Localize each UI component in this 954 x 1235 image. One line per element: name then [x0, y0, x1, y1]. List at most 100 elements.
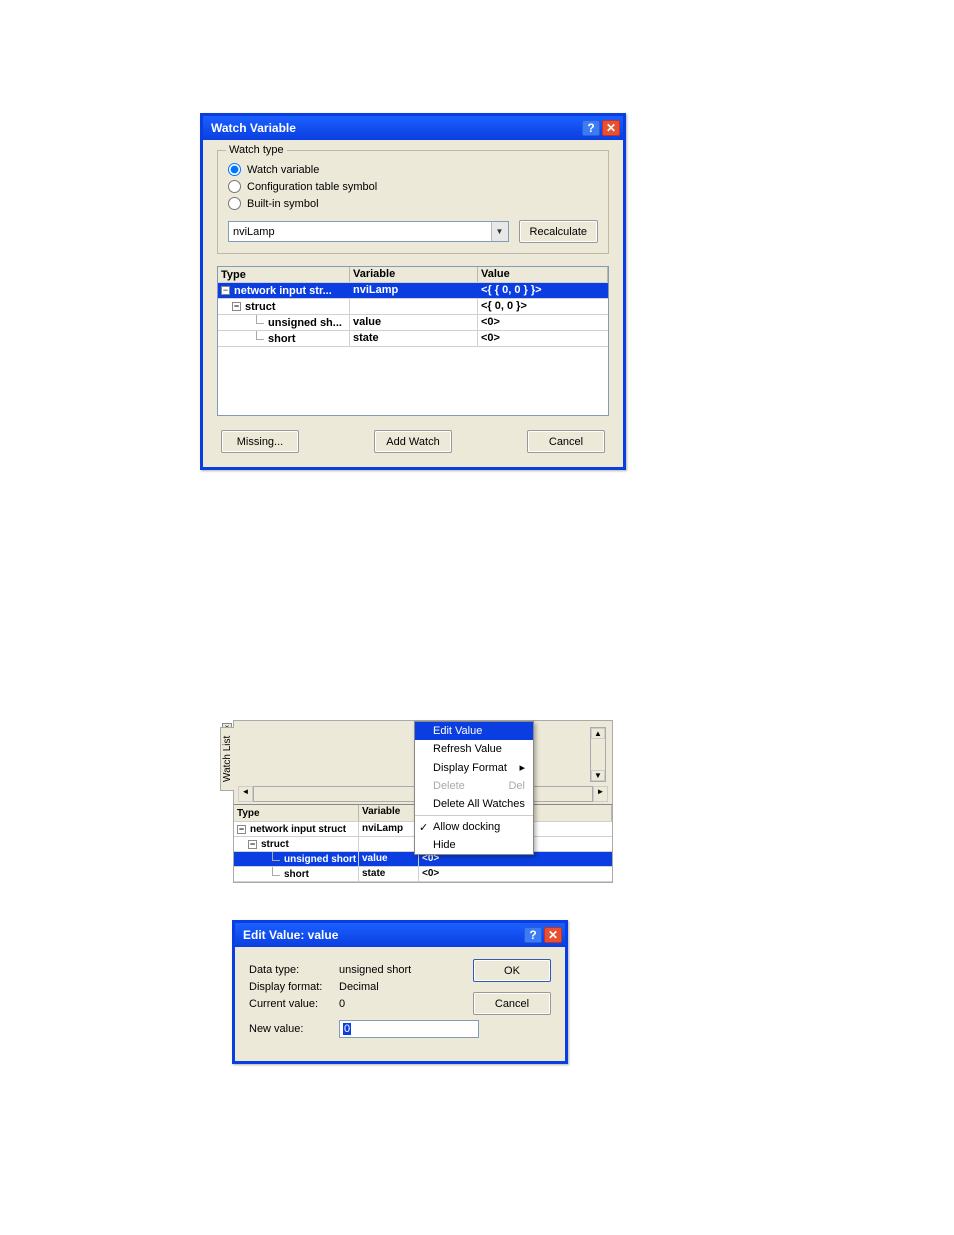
- menu-edit-value[interactable]: Edit Value: [415, 722, 533, 740]
- label-current-value: Current value:: [249, 998, 339, 1010]
- variable-combo[interactable]: ▼: [228, 221, 509, 242]
- missing-button[interactable]: Missing...: [221, 430, 299, 453]
- titlebar[interactable]: Watch Variable ? ✕: [203, 116, 623, 140]
- edit-value-dialog: Edit Value: value ? ✕ OK Cancel Data typ…: [232, 920, 568, 1064]
- cell-value: <{ { 0, 0 } }>: [481, 284, 542, 296]
- cell-type: network input struct: [250, 824, 346, 835]
- menu-delete: Delete Del: [415, 777, 533, 795]
- label-data-type: Data type:: [249, 964, 339, 976]
- watch-list-tab[interactable]: Watch List: [220, 727, 234, 791]
- menu-display-format[interactable]: Display Format ▸: [415, 758, 533, 777]
- radio-label: Watch variable: [247, 164, 319, 176]
- scroll-down-icon[interactable]: ▼: [591, 770, 605, 781]
- cell-value: <{ 0, 0 }>: [478, 299, 608, 314]
- scroll-up-icon[interactable]: ▲: [591, 728, 605, 739]
- expander-icon[interactable]: −: [237, 825, 246, 834]
- table-row[interactable]: unsigned sh... value <0>: [218, 315, 608, 331]
- header-value[interactable]: Value: [478, 267, 608, 282]
- table-row[interactable]: short state <0>: [218, 331, 608, 347]
- tree-line-icon: [256, 315, 264, 324]
- cell-variable: value: [350, 315, 478, 330]
- radio-watch-variable[interactable]: Watch variable: [228, 163, 598, 176]
- new-value-text: 0: [343, 1023, 351, 1035]
- menu-label: Delete All Watches: [433, 798, 525, 810]
- close-button[interactable]: ✕: [602, 120, 620, 136]
- context-menu: Edit Value Refresh Value Display Format ▸…: [414, 721, 534, 855]
- menu-refresh-value[interactable]: Refresh Value: [415, 740, 533, 758]
- cell-variable: [359, 837, 419, 851]
- cell-value: <0>: [478, 315, 608, 330]
- scroll-left-icon[interactable]: ◄: [238, 786, 253, 802]
- titlebar[interactable]: Edit Value: value ? ✕: [235, 923, 565, 947]
- dialog-title: Edit Value: value: [243, 928, 522, 942]
- header-type[interactable]: Type: [218, 267, 350, 282]
- tree-line-icon: [272, 852, 280, 861]
- cancel-button[interactable]: Cancel: [473, 992, 551, 1015]
- recalculate-button[interactable]: Recalculate: [519, 220, 598, 243]
- cell-value: <0>: [478, 331, 608, 346]
- menu-label: Edit Value: [433, 725, 482, 737]
- cell-value: <0>: [419, 867, 612, 881]
- radio-label: Configuration table symbol: [247, 181, 377, 193]
- close-button[interactable]: ✕: [544, 927, 562, 943]
- variable-tree-table[interactable]: Type Variable Value −network input str..…: [217, 266, 609, 416]
- vertical-scrollbar[interactable]: ▲ ▼: [590, 727, 606, 782]
- table-header-row: Type Variable Value: [218, 267, 608, 283]
- table-row[interactable]: −struct <{ 0, 0 }>: [218, 299, 608, 315]
- radio-input[interactable]: [228, 197, 241, 210]
- help-button[interactable]: ?: [524, 927, 542, 943]
- add-watch-button[interactable]: Add Watch: [374, 430, 452, 453]
- watch-variable-dialog: Watch Variable ? ✕ Watch type Watch vari…: [200, 113, 626, 470]
- menu-allow-docking[interactable]: Allow docking: [415, 818, 533, 836]
- expander-icon[interactable]: −: [248, 840, 257, 849]
- tree-line-icon: [256, 331, 264, 340]
- label-new-value: New value:: [249, 1023, 339, 1035]
- cell-type: short: [268, 333, 296, 345]
- menu-label: Refresh Value: [433, 743, 502, 755]
- dialog-title: Watch Variable: [211, 121, 580, 135]
- help-button[interactable]: ?: [582, 120, 600, 136]
- header-variable[interactable]: Variable: [350, 267, 478, 282]
- table-row[interactable]: short state <0>: [234, 867, 612, 882]
- menu-shortcut: Del: [508, 780, 525, 792]
- menu-label: Delete: [433, 780, 465, 792]
- cell-variable: nviLamp: [359, 822, 419, 836]
- header-variable[interactable]: Variable: [362, 806, 400, 817]
- radio-input[interactable]: [228, 163, 241, 176]
- submenu-arrow-icon: ▸: [519, 761, 525, 774]
- menu-label: Allow docking: [433, 821, 500, 833]
- radio-builtin[interactable]: Built-in symbol: [228, 197, 598, 210]
- table-row[interactable]: −network input str... nviLamp <{ { 0, 0 …: [218, 283, 608, 299]
- expander-icon[interactable]: −: [232, 302, 241, 311]
- cell-type: short: [284, 869, 309, 880]
- new-value-input[interactable]: 0: [339, 1020, 479, 1038]
- cell-type: struct: [245, 301, 276, 313]
- header-type[interactable]: Type: [237, 808, 260, 819]
- cell-variable: value: [362, 853, 388, 864]
- cell-type: struct: [261, 839, 289, 850]
- radio-config-table[interactable]: Configuration table symbol: [228, 180, 598, 193]
- cell-variable: state: [350, 331, 478, 346]
- menu-separator: [415, 815, 533, 816]
- group-legend: Watch type: [226, 144, 287, 156]
- watch-list-panel: × □ Watch List Edit Value Refresh Value …: [233, 720, 613, 883]
- cell-variable: state: [359, 867, 419, 881]
- menu-label: Display Format: [433, 762, 507, 774]
- expander-icon[interactable]: −: [221, 286, 230, 295]
- menu-label: Hide: [433, 839, 456, 851]
- scroll-right-icon[interactable]: ►: [593, 786, 608, 802]
- variable-combo-input[interactable]: [229, 222, 491, 241]
- cell-type: unsigned short: [284, 854, 356, 865]
- tree-line-icon: [272, 867, 280, 876]
- radio-input[interactable]: [228, 180, 241, 193]
- radio-label: Built-in symbol: [247, 198, 319, 210]
- cell-type: network input str...: [234, 285, 332, 297]
- cell-variable: [350, 299, 478, 314]
- ok-button[interactable]: OK: [473, 959, 551, 982]
- cancel-button[interactable]: Cancel: [527, 430, 605, 453]
- label-display-format: Display format:: [249, 981, 339, 993]
- combo-dropdown-button[interactable]: ▼: [491, 222, 508, 241]
- menu-hide[interactable]: Hide: [415, 836, 533, 854]
- menu-delete-all[interactable]: Delete All Watches: [415, 795, 533, 813]
- cell-type: unsigned sh...: [268, 317, 342, 329]
